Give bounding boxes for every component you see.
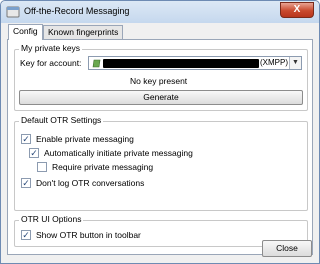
tab-config[interactable]: Config: [8, 24, 43, 40]
require-private-messaging-checkbox[interactable]: [37, 162, 47, 172]
otr-dialog-window: Off-the-Record Messaging X Config Known …: [0, 0, 320, 264]
default-otr-settings-group: Default OTR Settings ✓ Enable private me…: [14, 115, 308, 211]
otr-ui-options-title: OTR UI Options: [19, 214, 84, 224]
dialog-body: Config Known fingerprints My private key…: [5, 23, 315, 261]
close-button[interactable]: Close: [262, 240, 312, 257]
otr-window-icon: [6, 6, 20, 18]
account-label: Key for account:: [20, 58, 82, 68]
auto-initiate-checkbox[interactable]: ✓: [29, 148, 39, 158]
dont-log-label: Don't log OTR conversations: [36, 178, 145, 188]
default-otr-settings-title: Default OTR Settings: [19, 115, 104, 125]
account-protocol: (XMPP): [260, 58, 288, 67]
chevron-down-icon[interactable]: ▼: [289, 57, 301, 69]
key-status-text: No key present: [130, 76, 188, 86]
show-otr-button-label: Show OTR button in toolbar: [36, 230, 141, 240]
window-title: Off-the-Record Messaging: [24, 6, 130, 16]
enable-private-messaging-label: Enable private messaging: [36, 134, 134, 144]
config-tab-panel: My private keys Key for account: (XMPP) …: [7, 39, 313, 255]
auto-initiate-label: Automatically initiate private messaging: [44, 148, 193, 158]
window-close-button[interactable]: X: [280, 2, 314, 18]
generate-button[interactable]: Generate: [19, 90, 303, 105]
account-select[interactable]: (XMPP) ▼: [88, 56, 302, 70]
xmpp-account-icon: [92, 59, 101, 68]
tab-known-fingerprints[interactable]: Known fingerprints: [43, 25, 124, 39]
redacted-account-name: [103, 59, 259, 68]
require-private-messaging-label: Require private messaging: [52, 162, 154, 172]
private-keys-group: My private keys Key for account: (XMPP) …: [14, 43, 308, 111]
enable-private-messaging-checkbox[interactable]: ✓: [21, 134, 31, 144]
show-otr-button-checkbox[interactable]: ✓: [21, 230, 31, 240]
dont-log-checkbox[interactable]: ✓: [21, 178, 31, 188]
title-bar: Off-the-Record Messaging X: [1, 1, 319, 23]
private-keys-group-title: My private keys: [19, 43, 83, 53]
